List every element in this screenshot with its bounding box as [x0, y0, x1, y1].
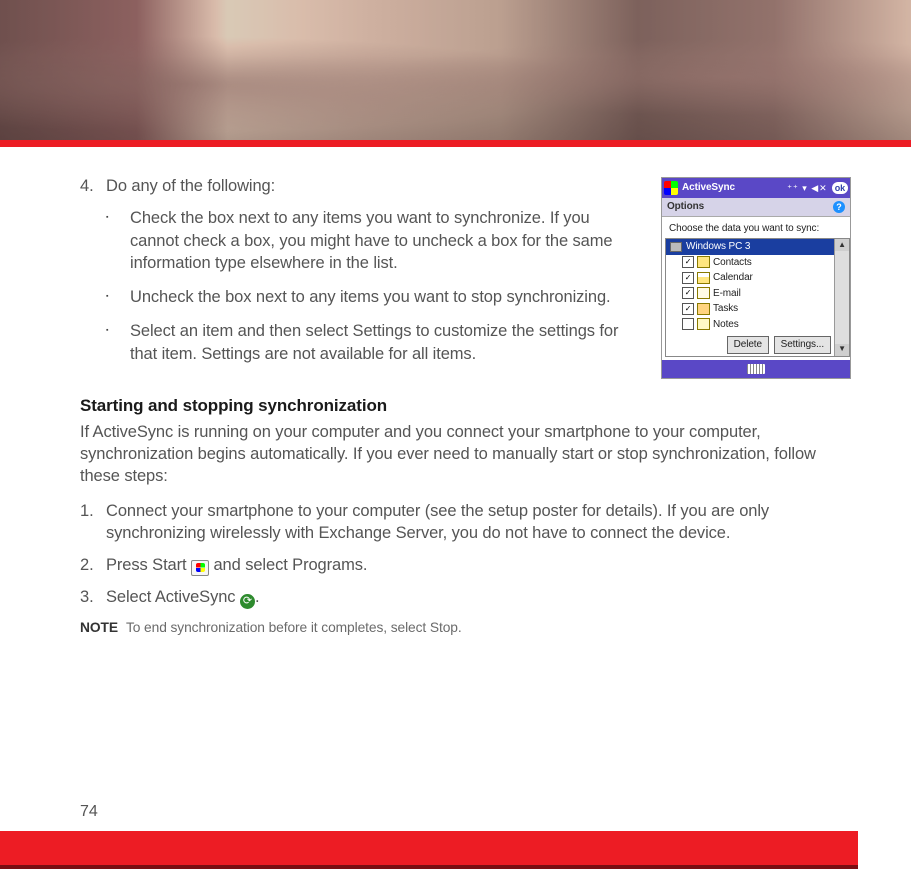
item-label: Tasks — [713, 302, 738, 316]
pda-body: Choose the data you want to sync: Window… — [662, 217, 850, 360]
step-1: 1. Connect your smartphone to your compu… — [80, 500, 851, 545]
tree-item-notes[interactable]: Notes — [666, 317, 834, 333]
tree-root[interactable]: Windows PC 3 — [666, 239, 834, 255]
section-paragraph: If ActiveSync is running on your compute… — [80, 421, 851, 488]
step-4: 4. Do any of the following: Check the bo… — [80, 175, 643, 377]
footer-red-bar — [0, 831, 858, 865]
item-label: Calendar — [713, 271, 753, 285]
options-label: Options — [667, 200, 704, 214]
settings-button[interactable]: Settings... — [774, 336, 831, 354]
pc-icon — [670, 242, 682, 252]
checkbox-icon[interactable] — [682, 303, 694, 315]
email-icon — [697, 287, 710, 299]
step-number: 2. — [80, 554, 106, 576]
tree-item-tasks[interactable]: Tasks — [666, 301, 834, 317]
checkbox-icon[interactable] — [682, 272, 694, 284]
start-icon — [191, 560, 209, 576]
numbered-steps: 1. Connect your smartphone to your compu… — [80, 500, 851, 610]
tree-item-calendar[interactable]: Calendar — [666, 270, 834, 286]
calendar-icon — [697, 272, 710, 284]
contacts-icon — [697, 256, 710, 268]
step-text: Do any of the following: — [106, 177, 275, 195]
bullet-item: Select an item and then select Settings … — [106, 320, 643, 365]
notes-icon — [697, 318, 710, 330]
scroll-down-icon[interactable]: ▼ — [835, 344, 849, 356]
step-2: 2. Press Start and select Programs. — [80, 554, 851, 576]
pda-bottombar — [662, 360, 850, 378]
item-label: Contacts — [713, 256, 752, 270]
keyboard-icon[interactable] — [747, 364, 765, 374]
step-number: 1. — [80, 500, 106, 545]
header-photo — [0, 0, 911, 140]
bullet-item: Check the box next to any items you want… — [106, 207, 643, 274]
bullet-list: Check the box next to any items you want… — [106, 207, 643, 365]
ok-button[interactable]: ok — [832, 182, 848, 194]
sync-instruction: Choose the data you want to sync: — [665, 220, 850, 239]
note-text: To end synchronization before it complet… — [126, 620, 462, 635]
pda-subbar: Options ? — [662, 198, 850, 217]
delete-button[interactable]: Delete — [727, 336, 769, 354]
tree-item-email[interactable]: E-mail — [666, 286, 834, 302]
windows-flag-icon — [196, 563, 205, 572]
page-number: 74 — [80, 803, 98, 821]
note-label: NOTE — [80, 620, 118, 635]
section-heading: Starting and stopping synchronization — [80, 395, 851, 418]
checkbox-icon[interactable] — [682, 318, 694, 330]
item-label: E-mail — [713, 287, 741, 301]
note: NOTE To end synchronization before it com… — [80, 619, 851, 638]
windows-flag-icon — [664, 181, 678, 195]
step-number: 4. — [80, 175, 106, 377]
header-red-divider — [0, 140, 911, 147]
step-3: 3. Select ActiveSync ⟳. — [80, 586, 851, 609]
activesync-screenshot: ActiveSync ⁺⁺ ▾ ◀✕ ok Options ? Choose t… — [661, 177, 851, 379]
status-icons: ⁺⁺ ▾ ◀✕ — [787, 182, 827, 194]
help-icon[interactable]: ? — [833, 201, 845, 213]
bullet-item: Uncheck the box next to any items you wa… — [106, 286, 643, 308]
footer-dark-bar — [0, 865, 858, 869]
checkbox-icon[interactable] — [682, 287, 694, 299]
sync-tree: Windows PC 3 Contacts Calendar — [665, 238, 850, 357]
scroll-up-icon[interactable]: ▲ — [835, 239, 849, 251]
checkbox-icon[interactable] — [682, 256, 694, 268]
tasks-icon — [697, 303, 710, 315]
step-text: Connect your smartphone to your computer… — [106, 500, 851, 545]
scrollbar[interactable]: ▲ ▼ — [834, 239, 849, 356]
item-label: Notes — [713, 318, 739, 332]
page-content: ActiveSync ⁺⁺ ▾ ◀✕ ok Options ? Choose t… — [0, 147, 911, 638]
pda-title: ActiveSync — [682, 181, 783, 195]
activesync-icon: ⟳ — [240, 594, 255, 609]
tree-item-contacts[interactable]: Contacts — [666, 255, 834, 271]
step-text: Select ActiveSync ⟳. — [106, 586, 851, 609]
step-text: Press Start and select Programs. — [106, 554, 851, 576]
pda-titlebar: ActiveSync ⁺⁺ ▾ ◀✕ ok — [662, 178, 850, 198]
step-number: 3. — [80, 586, 106, 609]
root-label: Windows PC 3 — [686, 240, 750, 254]
